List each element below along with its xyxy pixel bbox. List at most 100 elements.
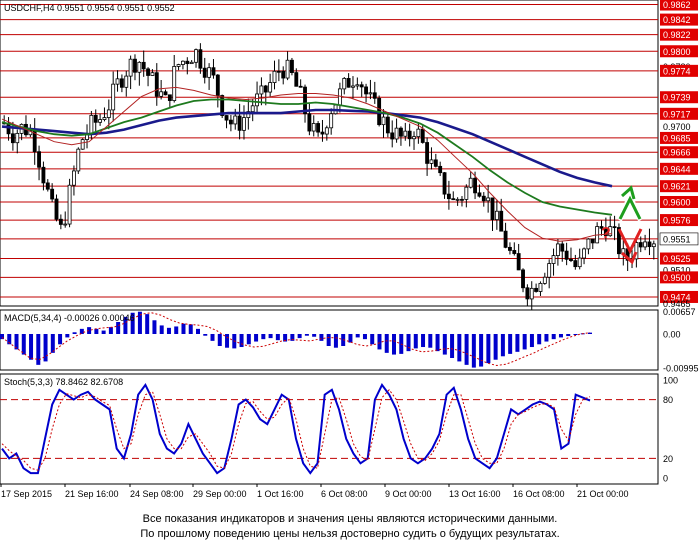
candle-body xyxy=(381,116,386,126)
candle-body xyxy=(137,61,142,73)
macd-bar xyxy=(261,334,266,340)
macd-bar xyxy=(254,334,259,342)
time-tick-label: 1 Oct 16:00 xyxy=(257,489,304,499)
macd-bar xyxy=(348,334,353,343)
candle-body xyxy=(416,128,421,138)
candle-body xyxy=(346,78,351,88)
candle-body xyxy=(446,193,451,200)
candle-body xyxy=(516,253,521,271)
price-panel: 0.98620.98420.98220.98000.97800.97740.97… xyxy=(0,0,699,312)
candle-body xyxy=(438,165,443,174)
candle-body xyxy=(102,117,107,120)
candle-body xyxy=(412,136,416,140)
macd-bar xyxy=(188,324,193,334)
macd-bar xyxy=(362,334,367,340)
macd-bar xyxy=(333,334,338,348)
price-tick-label: 0.9525 xyxy=(663,254,691,264)
candle-body xyxy=(10,133,15,144)
macd-bar xyxy=(479,334,484,367)
candle-body xyxy=(224,115,229,121)
macd-bar xyxy=(566,334,571,337)
macd-bar xyxy=(94,328,99,334)
macd-title: MACD(5,34,4) -0.00026 0.00046 xyxy=(4,313,135,323)
candle-body xyxy=(586,238,591,250)
candle-body xyxy=(194,49,198,63)
candle-body xyxy=(211,67,216,76)
candle-body xyxy=(429,159,434,164)
candle-body xyxy=(54,198,59,220)
candle-body xyxy=(582,248,586,259)
macd-bar xyxy=(457,334,462,362)
candle-body xyxy=(176,64,181,67)
candle-body xyxy=(359,84,364,88)
candle-body xyxy=(477,192,482,197)
macd-bar xyxy=(551,334,556,340)
macd-bar xyxy=(515,334,520,352)
candle-body xyxy=(442,172,447,195)
candle-body xyxy=(172,66,177,101)
macd-bar xyxy=(319,334,324,341)
candle-body xyxy=(228,119,233,125)
stochastic-tick-label: 100 xyxy=(663,376,678,386)
macd-bar xyxy=(522,334,527,350)
candle-body xyxy=(337,88,342,106)
candle-body xyxy=(407,130,412,140)
candle-body xyxy=(481,195,486,202)
candle-body xyxy=(268,82,273,93)
candle-body xyxy=(647,241,652,248)
candle-body xyxy=(63,223,68,226)
macd-bar xyxy=(181,323,186,334)
candle-body xyxy=(455,198,460,201)
candle-body xyxy=(119,78,124,88)
macd-bar xyxy=(537,334,542,345)
candle-body xyxy=(468,177,473,188)
candle-body xyxy=(473,177,477,194)
candle-body xyxy=(281,70,286,79)
candle-body xyxy=(503,230,508,248)
candle-body xyxy=(45,182,50,190)
candle-body xyxy=(189,61,194,65)
macd-bar xyxy=(268,334,273,339)
macd-bar xyxy=(145,314,150,334)
macd-bar xyxy=(101,330,106,334)
macd-bar xyxy=(312,334,317,337)
macd-bar xyxy=(159,325,164,334)
candle-body xyxy=(89,114,94,134)
macd-bar xyxy=(217,334,222,346)
candle-body xyxy=(276,70,281,73)
candle-body xyxy=(420,128,425,143)
macd-bar xyxy=(210,334,215,341)
macd-bar xyxy=(108,327,113,334)
candle-body xyxy=(233,115,238,125)
candle-body xyxy=(547,263,552,278)
macd-bar xyxy=(58,334,63,345)
candle-body xyxy=(93,114,98,123)
macd-bar xyxy=(116,322,121,334)
current-price-label: 0.9551 xyxy=(663,234,691,244)
macd-bar xyxy=(79,328,84,334)
candle-body xyxy=(181,60,185,65)
candle-body xyxy=(146,68,150,76)
candle-body xyxy=(538,282,543,292)
candle-body xyxy=(320,131,325,135)
macd-bar xyxy=(65,334,70,338)
macd-bar xyxy=(326,334,331,346)
candle-body xyxy=(573,260,578,268)
candle-body xyxy=(486,197,491,202)
candle-body xyxy=(525,287,530,300)
macd-bar xyxy=(355,334,360,338)
macd-bar xyxy=(246,334,251,345)
candle-body xyxy=(403,130,408,137)
macd-bar xyxy=(493,334,498,360)
candle-body xyxy=(80,139,85,150)
candle-body xyxy=(67,184,72,225)
macd-bar xyxy=(29,334,34,360)
price-tick-label: 0.9717 xyxy=(663,109,691,119)
chart-canvas: 0.98620.98420.98220.98000.97800.97740.97… xyxy=(0,0,699,499)
candle-body xyxy=(167,94,172,101)
question-mark: ? xyxy=(601,225,611,242)
macd-bar xyxy=(370,334,375,345)
candle-body xyxy=(37,151,41,168)
candle-body xyxy=(521,269,525,289)
candle-body xyxy=(560,243,565,252)
